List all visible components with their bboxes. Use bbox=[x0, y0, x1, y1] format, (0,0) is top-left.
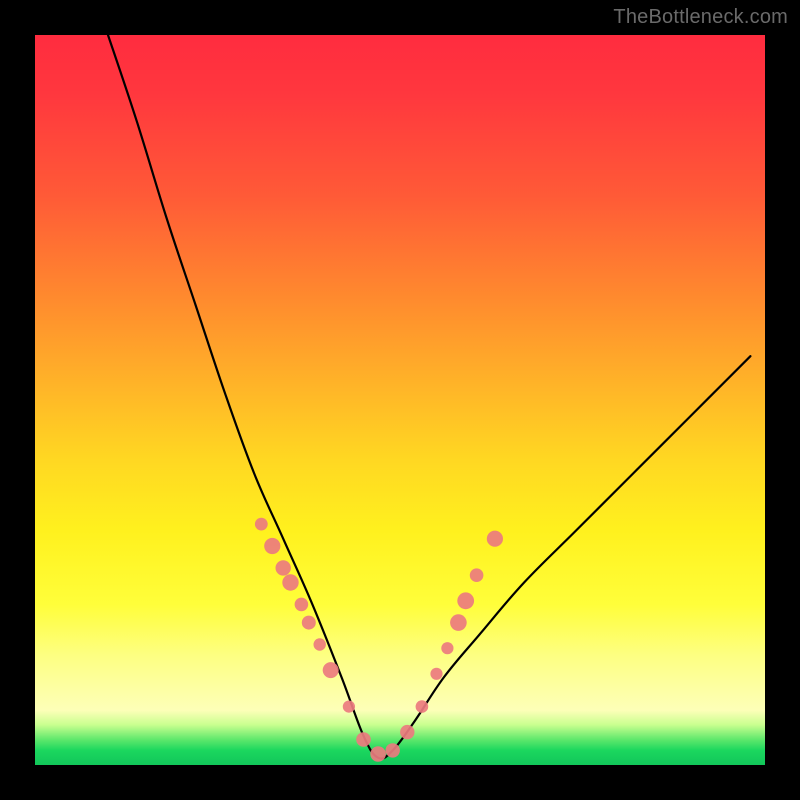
marker-dot bbox=[343, 701, 355, 713]
marker-dot bbox=[416, 700, 429, 713]
plot-area bbox=[35, 35, 765, 765]
marker-dot bbox=[295, 598, 309, 612]
marker-dot bbox=[276, 560, 291, 575]
chart-frame: TheBottleneck.com bbox=[0, 0, 800, 800]
marker-dot bbox=[470, 568, 484, 582]
marker-dot bbox=[441, 642, 453, 654]
marker-dot bbox=[386, 743, 400, 757]
marker-dot bbox=[264, 538, 280, 554]
marker-dot bbox=[487, 531, 503, 547]
marker-dot bbox=[314, 638, 326, 650]
marker-dot bbox=[255, 518, 268, 531]
watermark-text: TheBottleneck.com bbox=[613, 6, 788, 29]
marker-dot bbox=[450, 614, 467, 631]
marker-dot bbox=[400, 725, 414, 739]
marker-dot bbox=[356, 732, 371, 747]
marker-dot bbox=[323, 662, 339, 678]
marker-dot bbox=[430, 668, 442, 680]
marker-dot bbox=[457, 592, 474, 609]
marker-dot bbox=[282, 574, 298, 590]
marker-dot bbox=[370, 746, 386, 762]
bottleneck-curve bbox=[35, 35, 765, 765]
marker-dot bbox=[302, 616, 316, 630]
